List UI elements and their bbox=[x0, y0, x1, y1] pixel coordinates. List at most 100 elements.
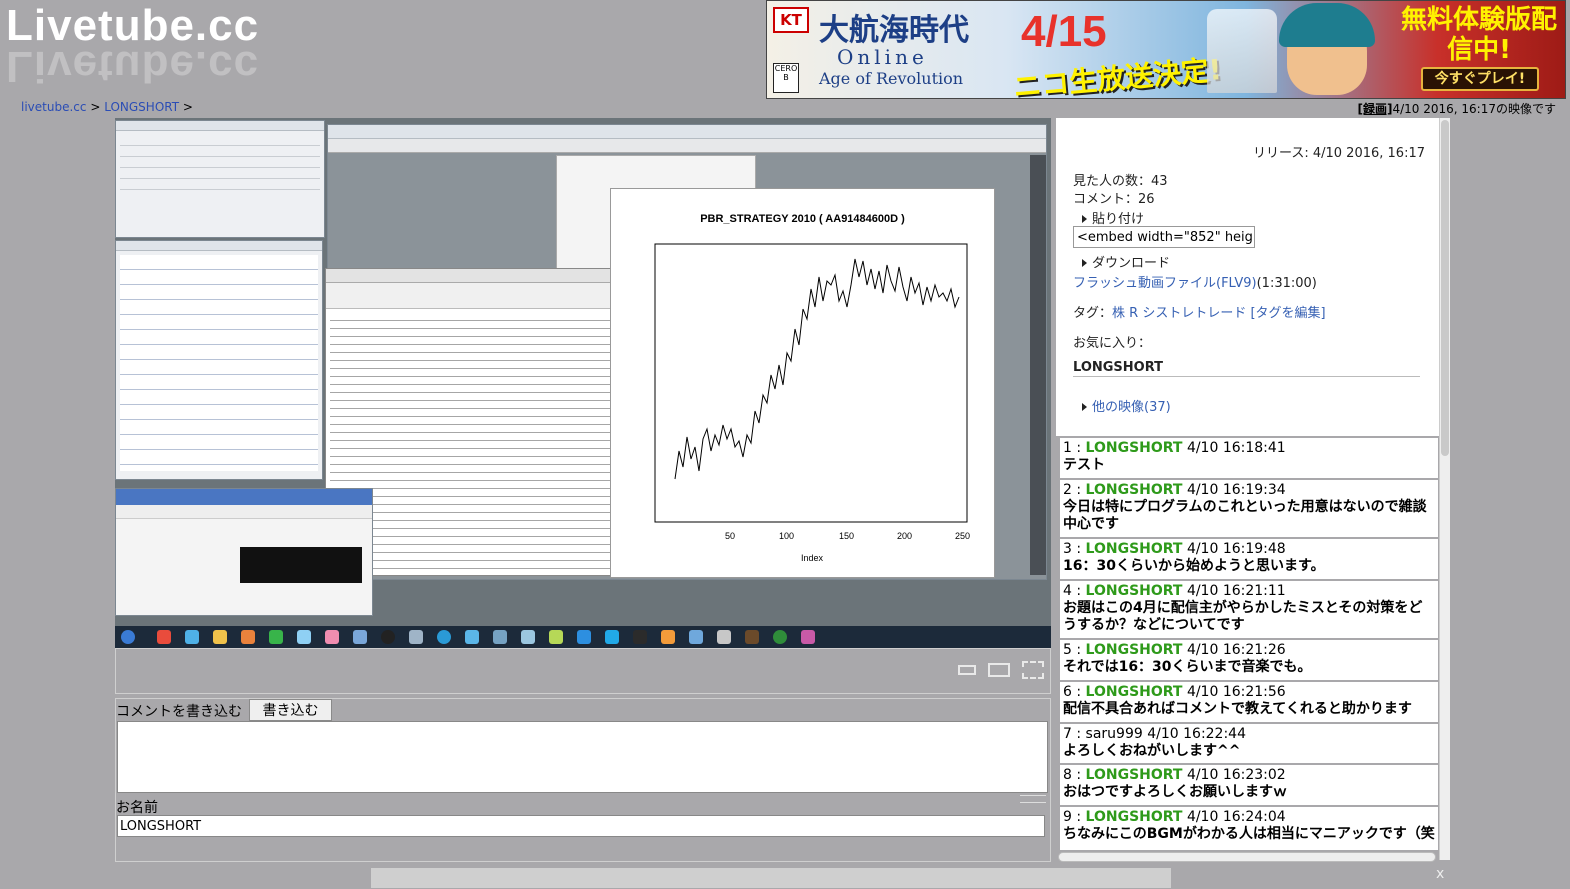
comment-item: 4 : LONGSHORT 4/10 16:21:11 お題はこの4月に配信主が… bbox=[1060, 581, 1438, 638]
logo-reflection: Livetube.cc bbox=[6, 42, 260, 91]
comment-user[interactable]: LONGSHORT bbox=[1086, 642, 1183, 658]
comment-user[interactable]: LONGSHORT bbox=[1086, 684, 1183, 700]
game-subtitle: Age of Revolution bbox=[819, 69, 964, 88]
flv-download-row: フラッシュ動画ファイル(FLV9)(1:31:00) bbox=[1073, 272, 1317, 291]
x-tick: 200 bbox=[897, 531, 912, 541]
breadcrumb-channel[interactable]: LONGSHORT bbox=[104, 100, 179, 114]
breadcrumb-separator: > bbox=[182, 100, 193, 114]
comment-item: 9 : LONGSHORT 4/10 16:24:04 ちなみにこのBGMがわか… bbox=[1060, 807, 1438, 850]
x-label: Index bbox=[801, 553, 824, 563]
captured-taskbar bbox=[115, 626, 1051, 648]
comment-item: 1 : LONGSHORT 4/10 16:18:41 テスト bbox=[1060, 438, 1438, 478]
channel-divider bbox=[1073, 376, 1420, 377]
favorites-label: お気に入り： bbox=[1073, 336, 1152, 351]
paste-toggle[interactable]: 貼り付け bbox=[1082, 208, 1144, 227]
banner-date: 4/15 bbox=[1021, 7, 1107, 56]
fullscreen-icon[interactable] bbox=[1022, 661, 1044, 679]
video-frame: PBR_STRATEGY 2010 ( AA91484600D ) 50 100… bbox=[115, 118, 1051, 626]
comment-user[interactable]: LONGSHORT bbox=[1086, 482, 1183, 498]
breadcrumb: livetube.cc > LONGSHORT > bbox=[21, 100, 193, 114]
flv-download-link[interactable]: フラッシュ動画ファイル(FLV9) bbox=[1073, 276, 1257, 291]
comment-list: 1 : LONGSHORT 4/10 16:18:41 テスト 2 : LONG… bbox=[1058, 438, 1439, 850]
viewer-count: 見た人の数：43 bbox=[1073, 174, 1168, 189]
tags-row: タグ：株 R シストレトレード [タグを編集] bbox=[1073, 302, 1326, 321]
comment-form: コメントを書き込む 書き込む お名前 bbox=[115, 698, 1051, 862]
comment-item: 2 : LONGSHORT 4/10 16:19:34 今日は特にプログラムのこ… bbox=[1060, 480, 1438, 537]
cero-rating: CERO B bbox=[773, 63, 799, 93]
comment-text: ちなみにこのBGMがわかる人は相当にマニアックです（笑 bbox=[1063, 826, 1435, 842]
name-label: お名前 bbox=[116, 800, 158, 816]
banner-cta-text: 無料体験版配信中! bbox=[1400, 5, 1557, 65]
comment-time: 4/10 16:18:41 bbox=[1186, 440, 1286, 456]
resize-grip-icon[interactable] bbox=[1020, 795, 1046, 803]
comment-number: 6 bbox=[1063, 684, 1072, 700]
video-player[interactable]: PBR_STRATEGY 2010 ( AA91484600D ) 50 100… bbox=[115, 118, 1051, 648]
comment-text: それでは16：30くらいまで音楽でも。 bbox=[1063, 659, 1312, 675]
comment-time: 4/10 16:19:48 bbox=[1186, 541, 1286, 557]
comment-text: テスト bbox=[1063, 457, 1105, 473]
comment-label: コメントを書き込む bbox=[116, 704, 242, 720]
bottom-overlay-bar bbox=[371, 868, 1171, 888]
recording-info: [録画]4/10 2016, 16:17の映像です bbox=[1358, 100, 1557, 117]
comment-number: 3 bbox=[1063, 541, 1072, 557]
x-tick: 250 bbox=[955, 531, 970, 541]
comment-user[interactable]: LONGSHORT bbox=[1086, 541, 1183, 557]
comment-time: 4/10 16:23:02 bbox=[1186, 767, 1286, 783]
x-tick: 100 bbox=[779, 531, 794, 541]
triangle-right-icon bbox=[1082, 215, 1087, 223]
small-screen-icon[interactable] bbox=[958, 665, 976, 675]
site-logo[interactable]: Livetube.cc Livetube.cc bbox=[6, 4, 346, 96]
comment-user[interactable]: LONGSHORT bbox=[1086, 809, 1183, 825]
comment-number: 5 bbox=[1063, 642, 1072, 658]
write-comment-button[interactable]: 書き込む bbox=[249, 699, 332, 721]
comment-time: 4/10 16:24:04 bbox=[1186, 809, 1286, 825]
strategy-chart: 50 100 150 200 250 Index bbox=[654, 243, 970, 563]
comment-user[interactable]: saru999 bbox=[1086, 726, 1143, 742]
comment-count: コメント：26 bbox=[1073, 192, 1155, 207]
comment-item: 3 : LONGSHORT 4/10 16:19:48 16：30くらいから始め… bbox=[1060, 539, 1438, 579]
embed-code-input[interactable] bbox=[1073, 226, 1255, 248]
release-date: リリース: 4/10 2016, 16:17 bbox=[1253, 146, 1425, 161]
tags-label: タグ： bbox=[1073, 306, 1113, 321]
comment-text: おはつですよろしくお願いしますｗ bbox=[1063, 784, 1287, 800]
close-icon[interactable]: x bbox=[1436, 866, 1444, 882]
recording-tag[interactable]: [録画] bbox=[1358, 102, 1393, 116]
breadcrumb-separator: > bbox=[90, 100, 101, 114]
download-label: ダウンロード bbox=[1092, 256, 1171, 271]
edit-tags-link[interactable]: [タグを編集] bbox=[1250, 306, 1325, 321]
player-controls bbox=[115, 648, 1051, 694]
comment-text: よろしくおねがいします^^ bbox=[1063, 743, 1241, 759]
kt-logo: KT bbox=[773, 7, 809, 33]
banner-play-button[interactable]: 今すぐプレイ! bbox=[1421, 67, 1539, 91]
comment-text: 16：30くらいから始めようと思います。 bbox=[1063, 558, 1325, 574]
paste-label: 貼り付け bbox=[1092, 212, 1145, 227]
comment-user[interactable]: LONGSHORT bbox=[1086, 583, 1183, 599]
scrollbar-thumb[interactable] bbox=[1441, 120, 1449, 456]
page-scrollbar[interactable] bbox=[1439, 118, 1450, 860]
ad-banner[interactable]: KT CERO B 大航海時代 Online Age of Revolution… bbox=[766, 0, 1566, 99]
comment-text: 配信不具合あればコメントで教えてくれると助かります bbox=[1063, 701, 1412, 717]
comment-text: 今日は特にプログラムのこれといった用意はないので雑談中心です bbox=[1063, 499, 1427, 532]
comment-user[interactable]: LONGSHORT bbox=[1086, 440, 1183, 456]
triangle-right-icon bbox=[1082, 403, 1087, 411]
chart-frame bbox=[654, 243, 968, 523]
recording-text: 4/10 2016, 16:17の映像です bbox=[1392, 102, 1556, 116]
game-title-online: Online bbox=[837, 45, 928, 69]
comment-user[interactable]: LONGSHORT bbox=[1086, 767, 1183, 783]
comments-scrollbar[interactable] bbox=[1058, 852, 1436, 862]
other-videos-link[interactable]: 他の映像(37) bbox=[1092, 400, 1171, 415]
video-info-panel: リリース: 4/10 2016, 16:17 見た人の数：43 コメント：26 … bbox=[1056, 118, 1439, 436]
comment-item: 5 : LONGSHORT 4/10 16:21:26 それでは16：30くらい… bbox=[1060, 640, 1438, 680]
comment-number: 7 bbox=[1063, 726, 1072, 742]
comment-textarea[interactable] bbox=[117, 721, 1048, 793]
triangle-right-icon bbox=[1082, 259, 1087, 267]
wide-screen-icon[interactable] bbox=[988, 663, 1010, 677]
name-input[interactable] bbox=[117, 815, 1045, 837]
breadcrumb-home[interactable]: livetube.cc bbox=[21, 100, 86, 114]
tag-links[interactable]: 株 R シストレトレード bbox=[1112, 306, 1246, 321]
download-toggle[interactable]: ダウンロード bbox=[1082, 252, 1170, 271]
comment-number: 4 bbox=[1063, 583, 1072, 599]
comment-text: お題はこの4月に配信主がやらかしたミスとその対策をどうするか？などについてです bbox=[1063, 600, 1423, 633]
captured-chart-window: PBR_STRATEGY 2010 ( AA91484600D ) 50 100… bbox=[610, 188, 995, 578]
other-videos-toggle[interactable]: 他の映像(37) bbox=[1082, 396, 1171, 415]
